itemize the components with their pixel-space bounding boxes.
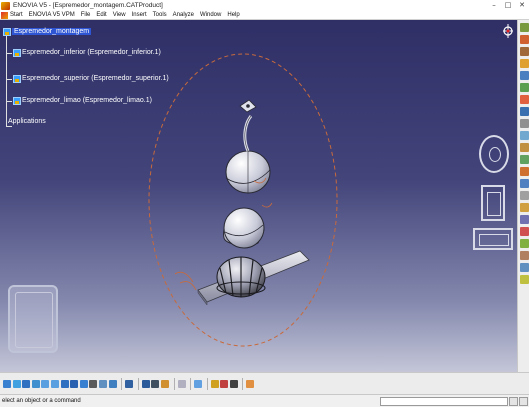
zoom-out-icon[interactable]: [50, 379, 59, 388]
tool-icon[interactable]: [519, 155, 529, 164]
apply-material-icon[interactable]: [210, 379, 219, 388]
start-icon[interactable]: [1, 11, 8, 19]
menu-enovia-vpm[interactable]: ENOVIA V5 VPM: [29, 12, 75, 18]
analysis-icon[interactable]: [229, 379, 238, 388]
toolbar-separator: [121, 377, 123, 390]
tool-icon[interactable]: [519, 251, 529, 260]
close-button[interactable]: ✕: [515, 0, 529, 11]
status-bar: elect an object or a command: [0, 394, 529, 407]
window-controls: – □ ✕: [487, 0, 529, 11]
catia-app-icon: [1, 1, 10, 10]
toolbar-separator: [137, 377, 139, 390]
tool-icon[interactable]: [519, 275, 529, 284]
iso-view-icon[interactable]: [79, 379, 88, 388]
toolbar-separator: [242, 377, 244, 390]
bottom-toolbar: [0, 372, 529, 394]
tool-icon[interactable]: [519, 191, 529, 200]
tool-icon[interactable]: [519, 239, 529, 248]
command-button[interactable]: [509, 397, 518, 406]
toolbar-separator: [206, 377, 208, 390]
hide-show-icon[interactable]: [98, 379, 107, 388]
grid-icon[interactable]: [246, 379, 255, 388]
minimize-button[interactable]: –: [487, 0, 501, 11]
menu-start[interactable]: Start: [10, 12, 23, 18]
tool-icon[interactable]: [519, 47, 529, 56]
menu-analyze[interactable]: Analyze: [173, 12, 194, 18]
tool-icon[interactable]: [519, 83, 529, 92]
trajectory-path: [148, 53, 338, 347]
product-structure-icon[interactable]: [141, 379, 150, 388]
fit-all-icon[interactable]: [12, 379, 21, 388]
window-title: ENOVIA V5 - [Espremedor_montagem.CATProd…: [13, 2, 163, 9]
knowledge-icon[interactable]: [194, 379, 203, 388]
menu-bar: Start ENOVIA V5 VPM File Edit View Inser…: [0, 11, 529, 20]
view-mode-icon[interactable]: [89, 379, 98, 388]
menu-edit[interactable]: Edit: [96, 12, 106, 18]
menu-help[interactable]: Help: [227, 12, 239, 18]
status-message: elect an object or a command: [2, 398, 81, 404]
tool-icon[interactable]: [519, 227, 529, 236]
command-input[interactable]: [380, 397, 508, 406]
tool-icon[interactable]: [519, 35, 529, 44]
render-icon[interactable]: [220, 379, 229, 388]
title-bar: ENOVIA V5 - [Espremedor_montagem.CATProd…: [0, 0, 529, 11]
tool-icon[interactable]: [519, 179, 529, 188]
tool-icon[interactable]: [519, 23, 529, 32]
toolbar-separator: [190, 377, 192, 390]
tool-icon[interactable]: [519, 59, 529, 68]
menu-insert[interactable]: Insert: [132, 12, 147, 18]
3d-viewport[interactable]: Espremedor_montagem Espremedor_inferior …: [0, 20, 517, 372]
menu-window[interactable]: Window: [200, 12, 221, 18]
menu-tools[interactable]: Tools: [153, 12, 167, 18]
measure-icon[interactable]: [125, 379, 134, 388]
tool-icon[interactable]: [519, 167, 529, 176]
select-icon[interactable]: [3, 379, 11, 388]
pan-icon[interactable]: [22, 379, 31, 388]
3d-assembly-model[interactable]: [0, 20, 517, 372]
maximize-button[interactable]: □: [501, 0, 515, 11]
multi-view-icon[interactable]: [70, 379, 79, 388]
tool-icon[interactable]: [519, 119, 529, 128]
command-history-button[interactable]: [519, 397, 528, 406]
link-icon[interactable]: [177, 379, 186, 388]
tool-icon[interactable]: [519, 143, 529, 152]
constraint-icon[interactable]: [151, 379, 160, 388]
tool-icon[interactable]: [519, 263, 529, 272]
tool-icon[interactable]: [519, 215, 529, 224]
normal-view-icon[interactable]: [60, 379, 69, 388]
toolbar-separator: [173, 377, 175, 390]
zoom-in-icon[interactable]: [41, 379, 50, 388]
tool-icon[interactable]: [519, 203, 529, 212]
menu-file[interactable]: File: [81, 12, 91, 18]
catalog-icon[interactable]: [160, 379, 169, 388]
rotate-icon[interactable]: [31, 379, 40, 388]
tool-icon[interactable]: [519, 131, 529, 140]
right-toolbar: [517, 20, 529, 372]
tool-icon[interactable]: [519, 95, 529, 104]
tool-icon[interactable]: [519, 71, 529, 80]
tool-icon[interactable]: [519, 107, 529, 116]
menu-view[interactable]: View: [113, 12, 126, 18]
swap-space-icon[interactable]: [108, 379, 117, 388]
